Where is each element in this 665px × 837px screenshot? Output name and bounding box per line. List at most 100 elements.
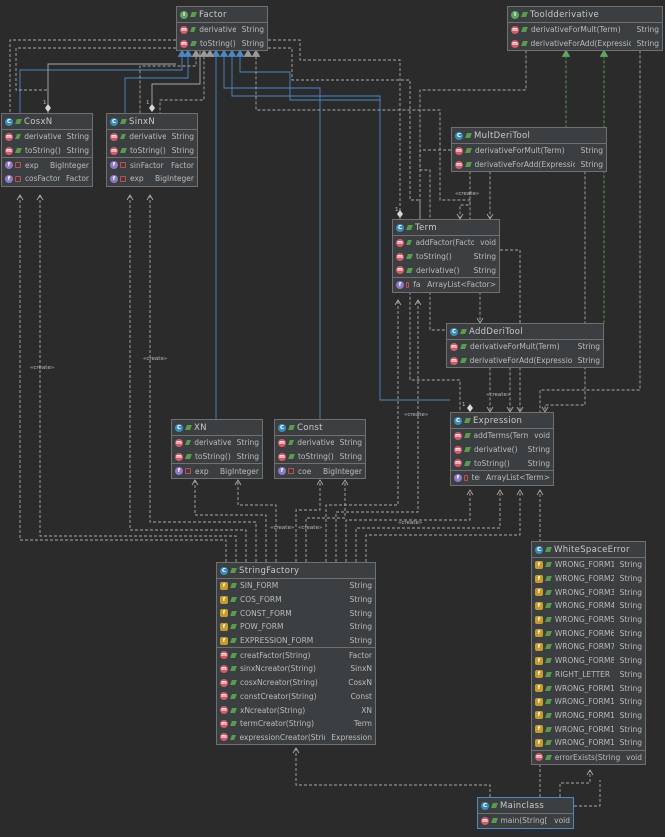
- class-box-cosxn[interactable]: C CosxN m derivative() String m toString() Stri…: [1, 113, 93, 187]
- class-header[interactable]: C MultDeriTool: [452, 128, 606, 144]
- method-type: Const: [350, 691, 372, 701]
- xn-method-row: m toString() String: [172, 450, 262, 464]
- association-edge: [47, 63, 176, 108]
- class-box-tooldeconst[interactable]: I Tooldderivative m derivativeForMult(Term)…: [507, 6, 663, 52]
- create-edge: [149, 195, 257, 562]
- methods-section: m derivativeForMult(Term) String m derivativ…: [452, 144, 606, 171]
- methods-section: m derivative() String m toString() String: [107, 130, 197, 159]
- method-type: String: [473, 265, 496, 275]
- class-title: Term: [415, 222, 437, 233]
- stringfactory-field-row: f POW_FORM String: [217, 620, 375, 634]
- methods-section: m derivative() String m toString() String: [275, 436, 365, 465]
- class-box-multderitool[interactable]: C MultDeriTool m derivativeForMult(Term) Str…: [451, 127, 607, 173]
- class-title: AddDeriTool: [469, 326, 523, 337]
- expression-method-row: m derivative() String: [451, 443, 553, 457]
- static-field-icon: f: [535, 711, 543, 720]
- method-type: String: [580, 160, 603, 170]
- static-field-icon: f: [535, 560, 543, 569]
- field-type: String: [619, 574, 642, 584]
- class-box-const[interactable]: C Const m derivative() String m toString() Stri…: [274, 419, 366, 480]
- whitespaceerror-method-row: m errorExists(String) void: [532, 751, 645, 765]
- method-name: derivativeForAdd(Expression): [474, 160, 575, 170]
- field-type: String: [619, 738, 642, 748]
- stringfactory-method-row: m creatFactor(String) Factor: [217, 648, 375, 662]
- visibility-icon: [465, 148, 472, 154]
- create-label-expression-2: «create»: [404, 412, 429, 418]
- method-icon: m: [220, 692, 228, 701]
- visibility-icon: [230, 680, 237, 686]
- create-label-cosxn: «create»: [30, 365, 55, 371]
- method-icon: m: [454, 445, 462, 454]
- class-box-whitespaceerror[interactable]: C WhiteSpaceError f WRONG_FORM1 String f WRONG…: [531, 541, 646, 766]
- class-header[interactable]: C WhiteSpaceError: [532, 542, 645, 558]
- class-header[interactable]: C XN: [172, 420, 262, 436]
- class-icon: C: [455, 131, 463, 140]
- field-type: ArrayList<Factor>: [427, 280, 496, 290]
- visibility-icon: [185, 468, 191, 475]
- class-header[interactable]: I Tooldderivative: [508, 7, 662, 23]
- visibility-icon: [230, 721, 237, 727]
- cosxn-method-row: m toString() String: [2, 144, 92, 158]
- class-box-sinxn[interactable]: C SinxN m derivative() String m toString() Stri…: [106, 113, 198, 187]
- multiplicity-term: 1: [395, 207, 399, 213]
- class-box-factor[interactable]: I Factor m derivative() String m toString() Str…: [176, 6, 268, 52]
- methods-section: m derivativeForMult(Term) String m derivativ…: [508, 23, 662, 50]
- public-icon: [230, 568, 237, 573]
- static-field-icon: f: [535, 574, 543, 583]
- class-box-stringfactory[interactable]: C StringFactory f SIN_FORM String f COS_FORM St…: [216, 562, 376, 746]
- method-type: String: [339, 452, 362, 462]
- tooldeconst-method-row: m derivativeForMult(Term) String: [508, 23, 662, 37]
- method-icon: m: [110, 132, 118, 141]
- method-icon: m: [511, 25, 519, 34]
- visibility-icon: [545, 726, 552, 732]
- field-type: BigInteger: [50, 160, 89, 170]
- method-type: void: [554, 816, 570, 826]
- field-type: String: [349, 622, 372, 632]
- visibility-icon: [15, 175, 21, 182]
- class-header[interactable]: C Mainclass: [478, 798, 573, 814]
- class-box-addderitool[interactable]: C AddDeriTool m derivativeForMult(Term) Stri…: [446, 323, 604, 369]
- visibility-icon: [15, 148, 22, 154]
- class-title: CosxN: [24, 116, 53, 127]
- method-name: derivativeForAdd(Expression): [469, 356, 572, 366]
- visibility-icon: [120, 162, 126, 169]
- class-header[interactable]: C AddDeriTool: [447, 324, 603, 340]
- field-name: RIGHT_LETTER: [555, 669, 611, 679]
- visibility-icon: [230, 638, 237, 644]
- method-type: String: [580, 146, 603, 156]
- visibility-icon: [491, 818, 498, 824]
- class-header[interactable]: I Factor: [177, 7, 267, 23]
- class-box-mainclass[interactable]: C Mainclass m main(String[]) void: [477, 797, 574, 829]
- sinxn-field-row: f exp BigInteger: [107, 172, 197, 186]
- method-type: String: [527, 445, 550, 455]
- methods-section: m derivative() String m toString() String: [2, 130, 92, 159]
- class-box-term[interactable]: C Term m addFactor(Factor) void m toString() St…: [392, 219, 500, 293]
- class-box-expression[interactable]: C Expression m addTerms(Term) void m derivativ…: [450, 412, 554, 486]
- static-field-icon: f: [535, 684, 543, 693]
- create-edge: [365, 490, 521, 562]
- class-header[interactable]: C Const: [275, 420, 365, 436]
- method-icon: m: [220, 733, 228, 742]
- multiplicity-sinxn: 1: [146, 100, 150, 106]
- field-type: String: [619, 615, 642, 625]
- fields-section: f factors ArrayList<Factor>: [393, 278, 499, 292]
- class-header[interactable]: C Term: [393, 220, 499, 236]
- visibility-icon: [545, 589, 552, 595]
- class-header[interactable]: C StringFactory: [217, 563, 375, 579]
- class-box-xn[interactable]: C XN m derivative() String m toString() String f…: [171, 419, 263, 480]
- class-header[interactable]: C SinxN: [107, 114, 197, 130]
- class-header[interactable]: C CosxN: [2, 114, 92, 130]
- whitespaceerror-field-row: f WRONG_FORM6 String: [532, 626, 645, 640]
- addderitool-method-row: m derivativeForMult(Term) String: [447, 340, 603, 354]
- field-type: String: [619, 683, 642, 693]
- create-edge: [305, 480, 346, 562]
- field-type: String: [619, 601, 642, 611]
- static-field-icon: f: [535, 601, 543, 610]
- field-name: cosFactor: [24, 174, 61, 184]
- method-icon: m: [450, 356, 458, 365]
- factor-method-row: m derivative() String: [177, 23, 267, 37]
- field-icon: f: [278, 467, 286, 476]
- methods-section: maddFactor(Factor)voidmtoString()Stringm…: [393, 236, 499, 279]
- class-header[interactable]: C Expression: [451, 413, 553, 429]
- method-name: derivativeForMult(Term): [475, 146, 565, 156]
